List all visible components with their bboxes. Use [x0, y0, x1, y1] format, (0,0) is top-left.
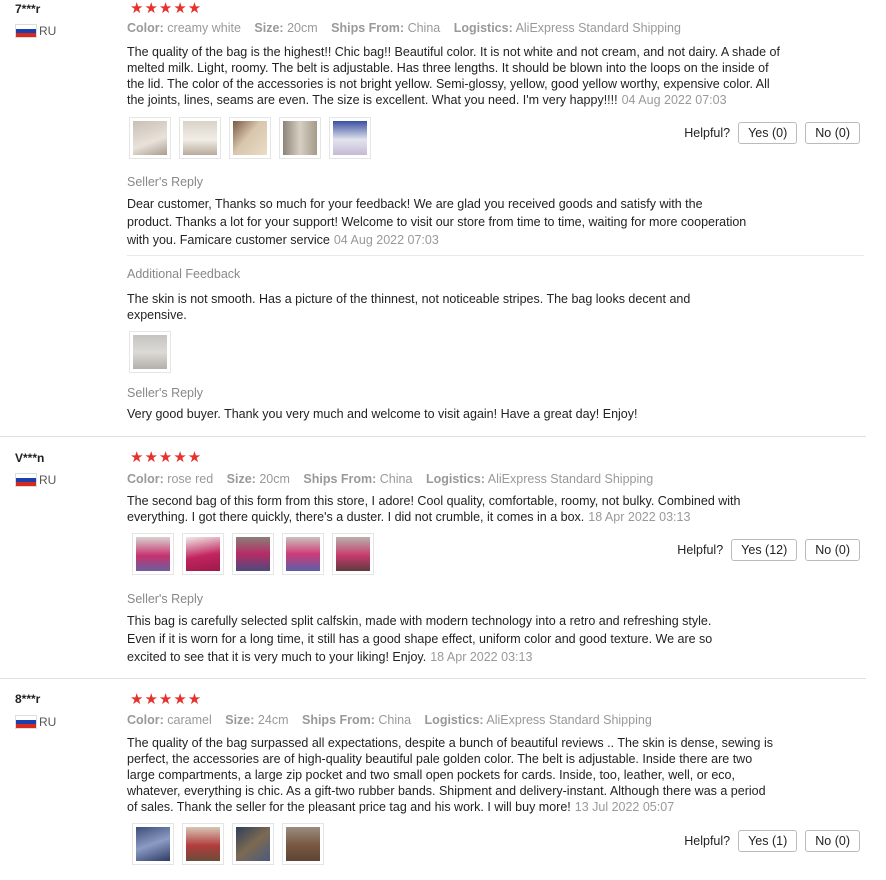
color-value: creamy white: [167, 21, 241, 35]
reviewer-name: V***n: [15, 451, 45, 465]
ships-from-label: Ships From:: [331, 21, 405, 35]
review-photo[interactable]: [182, 823, 224, 865]
helpful-yes-button[interactable]: Yes (0): [738, 122, 798, 144]
seller-reply: This bag is carefully selected split cal…: [127, 612, 737, 666]
review-photos: [132, 533, 374, 575]
size-value: 24cm: [257, 713, 289, 727]
review-date: 04 Aug 2022 07:03: [621, 93, 727, 107]
ships-from-label: Ships From:: [303, 472, 377, 486]
size-label: Size:: [254, 21, 284, 35]
review-photo[interactable]: [282, 823, 324, 865]
size-label: Size:: [226, 472, 256, 486]
color-label: Color:: [127, 21, 164, 35]
review-text: The second bag of this form from this st…: [127, 493, 747, 525]
russia-flag-icon: [15, 473, 37, 487]
review-date: 18 Apr 2022 03:13: [588, 510, 691, 524]
review-photo[interactable]: [132, 533, 174, 575]
russia-flag-icon: [15, 24, 37, 38]
review-date: 13 Jul 2022 05:07: [574, 800, 675, 814]
review-photos: [129, 117, 371, 159]
logistics-value: AliExpress Standard Shipping: [515, 21, 681, 35]
seller-reply-text: This bag is carefully selected split cal…: [127, 614, 713, 664]
logistics-label: Logistics:: [453, 21, 513, 35]
color-label: Color:: [127, 713, 164, 727]
seller-reply-label: Seller's Reply: [127, 386, 204, 400]
helpful-label: Helpful?: [684, 126, 731, 140]
review-photo[interactable]: [229, 117, 271, 159]
review-body: The quality of the bag surpassed all exp…: [127, 736, 773, 814]
size-value: 20cm: [287, 21, 318, 35]
seller-reply-date: 18 Apr 2022 03:13: [430, 650, 533, 664]
ships-from-value: China: [379, 472, 413, 486]
country-code: RU: [39, 473, 57, 487]
helpful-yes-button[interactable]: Yes (12): [731, 539, 798, 561]
reviewer-country: RU: [15, 473, 56, 487]
review-photo[interactable]: [329, 117, 371, 159]
seller-reply-date: 04 Aug 2022 07:03: [333, 233, 439, 247]
review-photo[interactable]: [279, 117, 321, 159]
helpful-vote: Helpful? Yes (0) No (0): [684, 122, 860, 144]
helpful-label: Helpful?: [677, 543, 724, 557]
color-value: caramel: [167, 713, 212, 727]
logistics-label: Logistics:: [425, 472, 485, 486]
star-rating: ★★★★★: [130, 0, 203, 17]
size-value: 20cm: [259, 472, 290, 486]
helpful-no-button[interactable]: No (0): [805, 830, 860, 852]
review-attributes: Color: rose red Size: 20cm Ships From: C…: [127, 472, 653, 486]
review-photo[interactable]: [282, 533, 324, 575]
review-3: 8***r RU ★★★★★ Color: caramel Size: 24cm…: [0, 679, 866, 880]
seller-reply-text: Very good buyer. Thank you very much and…: [127, 407, 638, 421]
seller-reply-label: Seller's Reply: [127, 592, 204, 606]
review-photo[interactable]: [132, 823, 174, 865]
seller-reply-label: Seller's Reply: [127, 175, 204, 189]
review-attributes: Color: caramel Size: 24cm Ships From: Ch…: [127, 713, 652, 727]
helpful-vote: Helpful? Yes (12) No (0): [677, 539, 860, 561]
ships-from-label: Ships From:: [301, 713, 375, 727]
reviewer-country: RU: [15, 715, 56, 729]
additional-photos: [129, 331, 171, 373]
russia-flag-icon: [15, 715, 37, 729]
logistics-label: Logistics:: [424, 713, 484, 727]
logistics-value: AliExpress Standard Shipping: [487, 472, 654, 486]
review-1: 7***r RU ★★★★★ Color: creamy white Size:…: [0, 0, 866, 437]
ships-from-value: China: [378, 713, 412, 727]
reviewer-name: 8***r: [15, 692, 41, 706]
review-photo[interactable]: [182, 533, 224, 575]
review-attributes: Color: creamy white Size: 20cm Ships Fro…: [127, 21, 681, 35]
logistics-value: AliExpress Standard Shipping: [486, 713, 652, 727]
review-photo[interactable]: [129, 117, 171, 159]
color-value: rose red: [167, 472, 214, 486]
seller-reply: Dear customer, Thanks so much for your f…: [127, 195, 747, 249]
review-photo[interactable]: [332, 533, 374, 575]
star-rating: ★★★★★: [130, 691, 203, 708]
review-2: V***n RU ★★★★★ Color: rose red Size: 20c…: [0, 437, 866, 679]
additional-feedback-label: Additional Feedback: [127, 267, 241, 281]
reviewer-name: 7***r: [15, 2, 41, 16]
helpful-yes-button[interactable]: Yes (1): [738, 830, 798, 852]
review-photo[interactable]: [232, 533, 274, 575]
reviewer-country: RU: [15, 24, 56, 38]
ships-from-value: China: [407, 21, 441, 35]
review-photo[interactable]: [179, 117, 221, 159]
country-code: RU: [39, 24, 57, 38]
divider: [127, 255, 864, 256]
review-text: The quality of the bag is the highest!! …: [127, 44, 787, 108]
size-label: Size:: [225, 713, 255, 727]
review-photo[interactable]: [232, 823, 274, 865]
country-code: RU: [39, 715, 57, 729]
star-rating: ★★★★★: [130, 449, 203, 466]
helpful-no-button[interactable]: No (0): [805, 122, 860, 144]
helpful-label: Helpful?: [684, 834, 731, 848]
helpful-vote: Helpful? Yes (1) No (0): [684, 830, 860, 852]
color-label: Color:: [127, 472, 164, 486]
helpful-no-button[interactable]: No (0): [805, 539, 860, 561]
additional-feedback-text: The skin is not smooth. Has a picture of…: [127, 292, 691, 322]
review-photo[interactable]: [129, 331, 171, 373]
review-photos: [132, 823, 324, 865]
review-text: The quality of the bag surpassed all exp…: [127, 735, 777, 815]
